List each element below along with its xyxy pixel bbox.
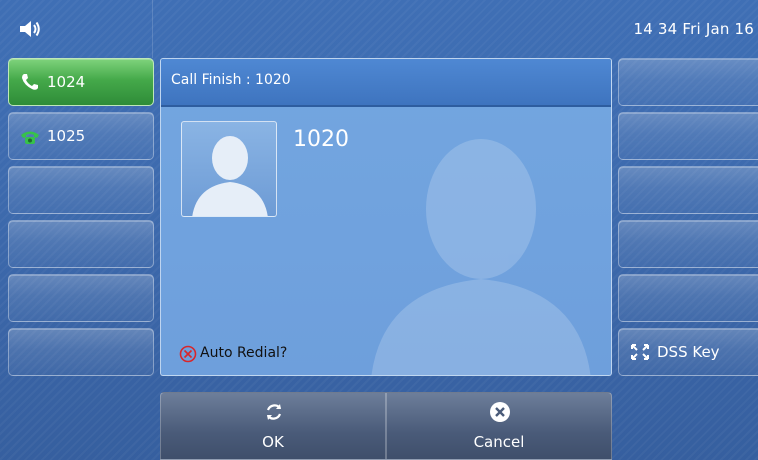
line-key-empty-5[interactable]: [8, 274, 154, 322]
speaker-icon[interactable]: [18, 18, 42, 40]
caller-number: 1020: [293, 127, 349, 152]
softkey-bar: OK Cancel: [160, 392, 612, 460]
phone-icon: [21, 131, 39, 144]
line-key-empty-3[interactable]: [8, 166, 154, 214]
cancel-label: Cancel: [473, 433, 525, 451]
line-key-label: 1024: [47, 73, 86, 91]
line-key-empty-4[interactable]: [8, 220, 154, 268]
datetime: 14 34 Fri Jan 16: [633, 20, 754, 38]
avatar: [181, 121, 277, 217]
line-key-1024[interactable]: 1024: [8, 58, 154, 106]
close-circle-icon: [490, 402, 510, 422]
panel-title: Call Finish : 1020: [171, 72, 291, 88]
refresh-icon: [266, 404, 282, 420]
status-bar: 14 34 Fri Jan 16: [0, 0, 758, 58]
circle-x-icon: [179, 345, 197, 363]
dss-key-empty-5[interactable]: [618, 274, 758, 322]
auto-redial-label: Auto Redial?: [200, 345, 288, 361]
line-key-empty-6[interactable]: [8, 328, 154, 376]
dss-key-empty-4[interactable]: [618, 220, 758, 268]
dss-key-page-button[interactable]: DSS Key: [618, 328, 758, 376]
dss-key-label: DSS Key: [657, 343, 720, 361]
background-silhouette: [371, 139, 591, 375]
phone-handset-icon: [22, 74, 38, 90]
panel-header: Call Finish : 1020: [161, 59, 611, 107]
dss-key-empty-3[interactable]: [618, 166, 758, 214]
cancel-button[interactable]: Cancel: [386, 392, 612, 460]
dss-key-empty-2[interactable]: [618, 112, 758, 160]
line-key-1025[interactable]: 1025: [8, 112, 154, 160]
dss-key-empty-1[interactable]: [618, 58, 758, 106]
call-finish-panel: Call Finish : 1020 1020 Auto Redial?: [160, 58, 612, 376]
status-left-area: [0, 0, 153, 58]
phone-screen: 14 34 Fri Jan 16 1024 1025 DSS Key Call …: [0, 0, 758, 460]
line-key-label: 1025: [47, 127, 86, 145]
ok-button[interactable]: OK: [160, 392, 386, 460]
person-icon: [192, 136, 268, 216]
ok-label: OK: [262, 433, 284, 451]
expand-icon: [631, 344, 649, 360]
